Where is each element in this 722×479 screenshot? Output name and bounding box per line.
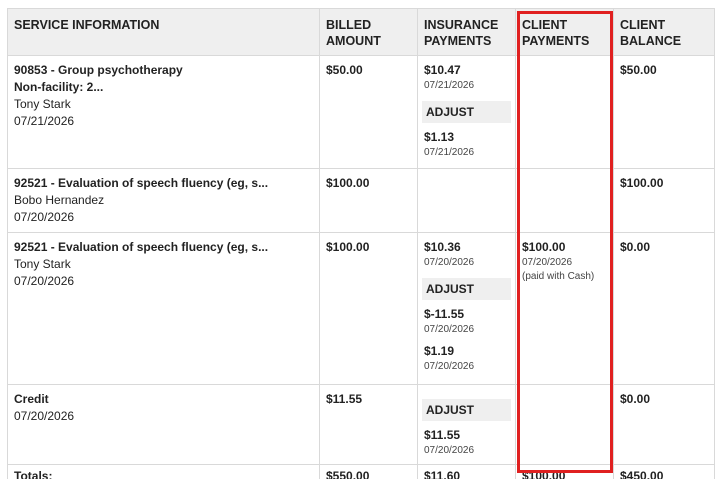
adjust-label: ADJUST	[422, 101, 511, 123]
insurance-payment-amount: $10.36	[424, 240, 461, 254]
adjust-date: 07/20/2026	[424, 324, 475, 335]
client-payment-method: (paid with Cash)	[522, 271, 595, 282]
header-billed-amount: BILLED AMOUNT	[319, 8, 418, 56]
header-insurance-payments: INSURANCE PAYMENTS	[417, 8, 516, 56]
client-balance-amount: $50.00	[620, 63, 657, 77]
service-code-description[interactable]: 92521 - Evaluation of speech fluency (eg…	[14, 239, 313, 256]
billing-ledger-view: SERVICE INFORMATION BILLED AMOUNT INSURA…	[0, 0, 722, 479]
client-name: Tony Stark	[14, 97, 71, 111]
adjust-amount: $1.13	[424, 130, 455, 144]
adjust-amount: $11.55	[424, 428, 461, 442]
totals-label: Totals:	[7, 464, 320, 479]
header-client-balance: CLIENT BALANCE	[613, 8, 715, 56]
insurance-payment-amount: $10.47	[424, 63, 461, 77]
service-date: 07/20/2026	[14, 210, 75, 224]
adjust-label: ADJUST	[422, 399, 511, 421]
client-balance-amount: $100.00	[620, 176, 664, 190]
client-payments-cell: $100.00 07/20/2026 (paid with Cash)	[515, 232, 614, 385]
table-header-row: SERVICE INFORMATION BILLED AMOUNT INSURA…	[7, 8, 715, 56]
totals-row: Totals: $550.00 $11.60 $100.00 $450.00	[7, 464, 715, 479]
client-payments-cell	[515, 55, 614, 169]
service-ledger-table: SERVICE INFORMATION BILLED AMOUNT INSURA…	[7, 8, 715, 479]
billed-amount: $100.00	[326, 240, 370, 254]
service-cell: 92521 - Evaluation of speech fluency (eg…	[7, 232, 320, 385]
service-cell: 92521 - Evaluation of speech fluency (eg…	[7, 168, 320, 233]
service-code-description[interactable]: 92521 - Evaluation of speech fluency (eg…	[14, 175, 313, 192]
table-row: 90853 - Group psychotherapy Non-facility…	[7, 55, 715, 169]
client-payments-cell	[515, 168, 614, 233]
client-balance-amount: $0.00	[620, 240, 651, 254]
service-date: 07/21/2026	[14, 114, 75, 128]
total-client-payments: $100.00	[515, 464, 614, 479]
adjust-amount: $1.19	[424, 344, 455, 358]
client-payments-cell	[515, 384, 614, 465]
header-client-payments: CLIENT PAYMENTS	[515, 8, 614, 56]
billed-cell: $100.00	[319, 232, 418, 385]
service-date: 07/20/2026	[14, 409, 75, 423]
client-name: Tony Stark	[14, 257, 71, 271]
credit-label: Credit	[14, 392, 49, 406]
adjust-label: ADJUST	[422, 278, 511, 300]
billed-amount: $50.00	[326, 63, 363, 77]
total-client-balance: $450.00	[613, 464, 715, 479]
client-payment-date: 07/20/2026	[522, 257, 573, 268]
client-balance-cell: $100.00	[613, 168, 715, 233]
adjust-date: 07/21/2026	[424, 147, 475, 158]
insurance-cell: $10.36 07/20/2026 ADJUST $-11.55 07/20/2…	[417, 232, 516, 385]
service-date: 07/20/2026	[14, 274, 75, 288]
insurance-payment-date: 07/21/2026	[424, 80, 475, 91]
table-row: 92521 - Evaluation of speech fluency (eg…	[7, 168, 715, 233]
total-insurance-payments: $11.60	[417, 464, 516, 479]
insurance-payment-date: 07/20/2026	[424, 257, 475, 268]
client-balance-cell: $50.00	[613, 55, 715, 169]
billed-amount: $11.55	[326, 392, 363, 406]
insurance-cell: ADJUST $11.55 07/20/2026	[417, 384, 516, 465]
header-service-information: SERVICE INFORMATION	[7, 8, 320, 56]
adjust-date: 07/20/2026	[424, 361, 475, 372]
client-payment-amount: $100.00	[522, 240, 566, 254]
service-modifier: Non-facility: 2...	[14, 80, 104, 94]
billed-cell: $11.55	[319, 384, 418, 465]
adjust-amount: $-11.55	[424, 307, 465, 321]
service-cell: 90853 - Group psychotherapy Non-facility…	[7, 55, 320, 169]
table-row: Credit 07/20/2026 $11.55 ADJUST $11.55 0…	[7, 384, 715, 465]
table-row: 92521 - Evaluation of speech fluency (eg…	[7, 232, 715, 385]
client-balance-amount: $0.00	[620, 392, 651, 406]
total-billed-amount: $550.00	[319, 464, 418, 479]
client-balance-cell: $0.00	[613, 384, 715, 465]
client-balance-cell: $0.00	[613, 232, 715, 385]
insurance-cell: $10.47 07/21/2026 ADJUST $1.13 07/21/202…	[417, 55, 516, 169]
client-name: Bobo Hernandez	[14, 193, 105, 207]
adjust-date: 07/20/2026	[424, 445, 475, 456]
billed-cell: $100.00	[319, 168, 418, 233]
service-cell: Credit 07/20/2026	[7, 384, 320, 465]
billed-cell: $50.00	[319, 55, 418, 169]
insurance-cell	[417, 168, 516, 233]
service-code-description[interactable]: 90853 - Group psychotherapy	[14, 62, 313, 79]
billed-amount: $100.00	[326, 176, 370, 190]
